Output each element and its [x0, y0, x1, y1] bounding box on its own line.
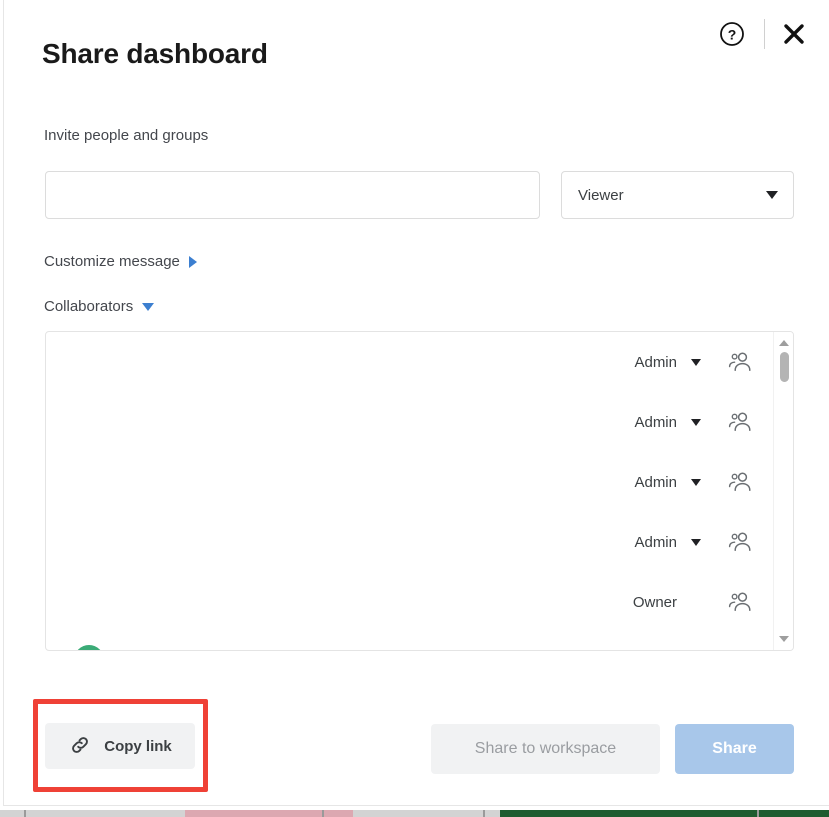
background-page-strip — [0, 806, 829, 817]
invite-people-input[interactable] — [45, 171, 540, 219]
help-circle-icon[interactable]: ? — [714, 16, 750, 52]
collaborator-row: Admin — [46, 452, 775, 512]
collaborator-role-chevron-down-icon[interactable] — [691, 478, 701, 486]
share-to-workspace-button[interactable]: Share to workspace — [431, 724, 660, 774]
background-green-bar — [500, 810, 829, 817]
collaborators-label: Collaborators — [44, 298, 134, 315]
collaborator-role-chevron-down-icon[interactable] — [691, 358, 701, 366]
collaborator-role-chevron-down-icon[interactable] — [691, 538, 701, 546]
collaborator-role: Admin — [634, 473, 677, 491]
collaborator-row: Admin — [46, 332, 775, 392]
collaborator-role: Admin — [634, 533, 677, 551]
collaborator-row: Admin — [46, 512, 775, 572]
background-pink-bar — [185, 810, 353, 817]
share-button[interactable]: Share — [675, 724, 794, 774]
invite-role-value: Viewer — [578, 186, 624, 204]
customize-message-toggle[interactable]: Customize message — [44, 253, 197, 270]
page-title: Share dashboard — [42, 38, 268, 69]
collaborator-role: Admin — [634, 353, 677, 371]
share-dashboard-dialog: ? Share dashboard Invite people and grou… — [3, 0, 829, 806]
people-icon — [727, 531, 753, 553]
collaborator-role: Owner — [632, 593, 677, 611]
copy-link-button[interactable]: Copy link — [45, 723, 195, 769]
triangle-down-icon — [142, 302, 155, 311]
collaborator-row: Admin — [46, 392, 775, 452]
triangle-right-icon — [188, 255, 197, 268]
collaborators-scroll-area: Admin Admin Admin Admin Owner — [46, 332, 775, 650]
scroll-up-arrow-icon[interactable] — [779, 340, 789, 346]
customize-message-label: Customize message — [44, 253, 180, 270]
header-divider — [764, 19, 765, 49]
collaborators-scrollbar[interactable] — [773, 332, 793, 650]
people-icon — [727, 351, 753, 373]
svg-text:?: ? — [728, 27, 737, 43]
copy-link-label: Copy link — [104, 737, 172, 755]
collaborators-list-box: Admin Admin Admin Admin Owner — [45, 331, 794, 651]
invite-people-label: Invite people and groups — [44, 127, 209, 144]
collaborators-toggle[interactable]: Collaborators — [44, 298, 155, 315]
collaborator-role-chevron-down-icon[interactable] — [691, 418, 701, 426]
collaborator-row: Owner — [46, 572, 775, 632]
people-icon — [727, 591, 753, 613]
background-tick — [322, 810, 324, 817]
people-icon — [727, 471, 753, 493]
people-icon — [727, 411, 753, 433]
scrollbar-thumb[interactable] — [780, 352, 789, 382]
link-chain-icon — [68, 733, 92, 760]
screen: ? Share dashboard Invite people and grou… — [0, 0, 829, 817]
scroll-down-arrow-icon[interactable] — [779, 636, 789, 642]
background-tick — [483, 810, 485, 817]
chevron-down-icon — [766, 191, 778, 199]
invite-role-select[interactable]: Viewer — [561, 171, 794, 219]
close-x-icon[interactable] — [779, 19, 809, 49]
collaborator-role: Admin — [634, 413, 677, 431]
background-tick — [24, 810, 26, 817]
background-tick — [757, 810, 759, 817]
dialog-header-actions: ? — [714, 16, 809, 52]
